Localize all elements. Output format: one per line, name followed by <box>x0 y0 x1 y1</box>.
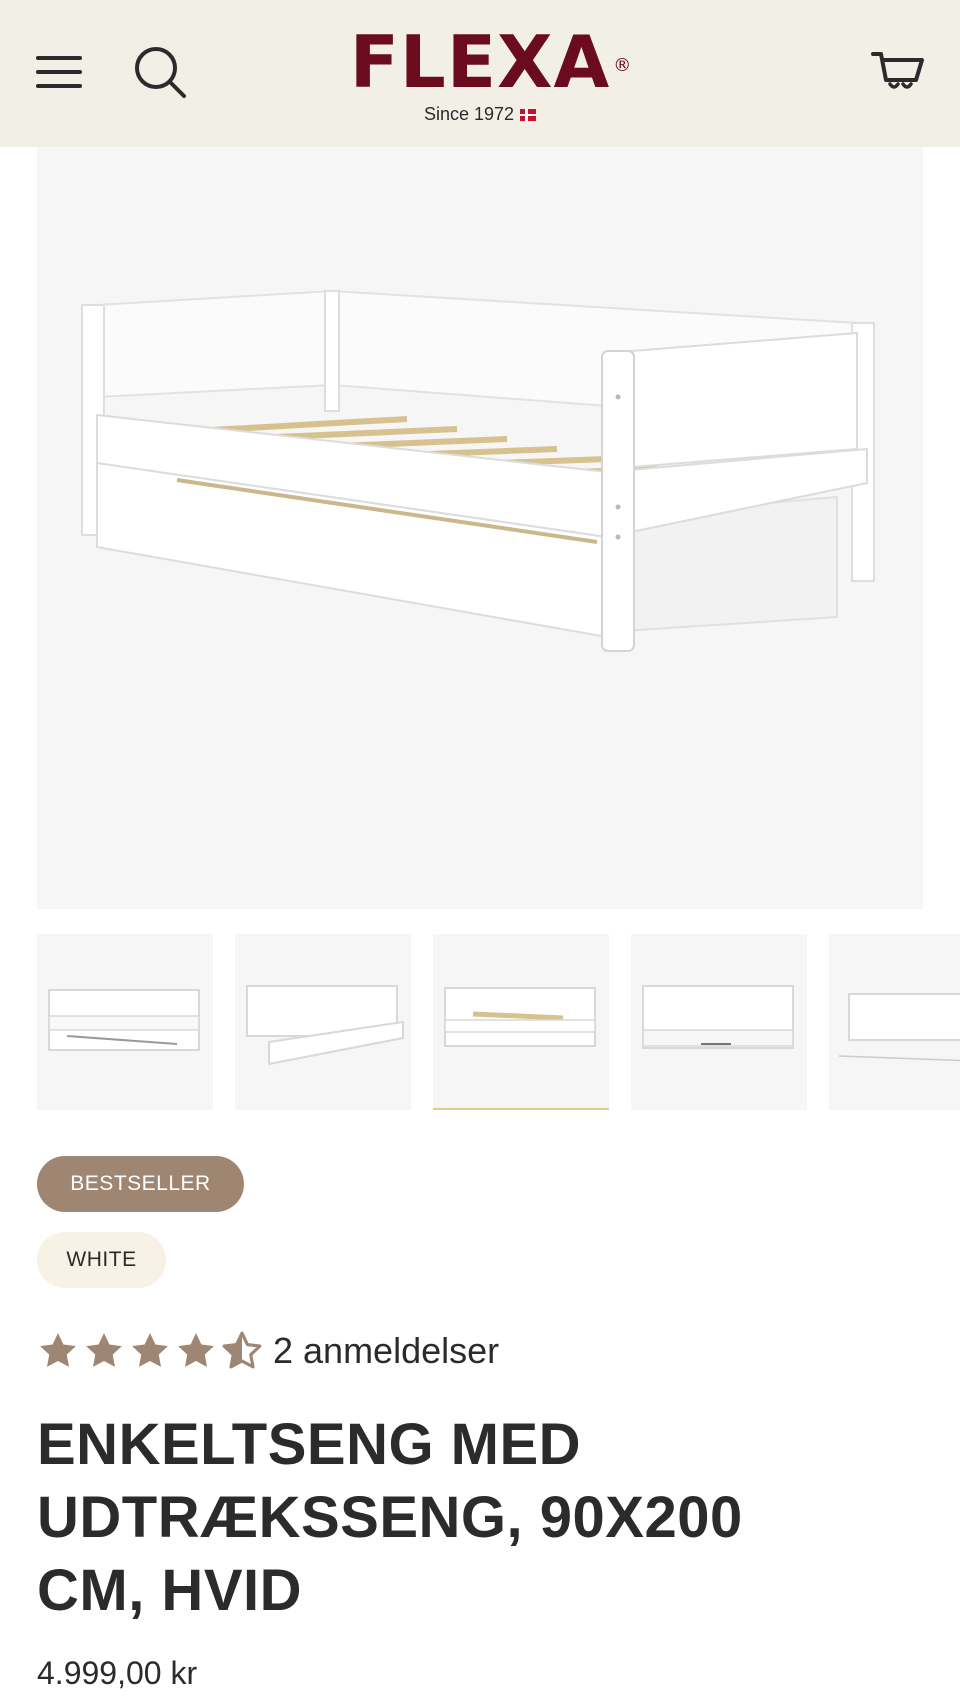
thumbnail-4[interactable] <box>631 934 807 1110</box>
thumbnail-bed-icon <box>838 993 960 1062</box>
menu-icon-line <box>36 70 82 74</box>
bestseller-badge: BESTSELLER <box>37 1156 244 1212</box>
color-variant-badge: WHITE <box>37 1232 166 1288</box>
thumbnail-bed-icon <box>642 985 794 1049</box>
product-price: 4.999,00 kr <box>37 1655 198 1691</box>
thumbnail-bed-icon <box>444 987 596 1047</box>
brand-name: FLEXA <box>349 20 611 104</box>
star-full-icon <box>86 1333 122 1367</box>
menu-button[interactable] <box>36 52 86 92</box>
product-rating[interactable]: 2 anmeldelser <box>37 1326 499 1376</box>
thumbnail-bed-icon <box>246 985 404 1066</box>
brand-logo[interactable]: FLEXA ® Since 1972 <box>330 20 631 127</box>
thumbnail-3[interactable] <box>433 934 609 1110</box>
star-full-icon <box>178 1333 214 1367</box>
denmark-flag-icon <box>520 108 537 121</box>
menu-icon-line <box>36 56 82 60</box>
thumbnail-bed-icon <box>48 989 200 1051</box>
brand-tagline: Since 1972 <box>330 104 630 125</box>
color-variant-label: WHITE <box>66 1248 137 1271</box>
tagline-text: Since 1972 <box>423 104 515 124</box>
star-full-icon <box>40 1333 76 1367</box>
thumbnail-2[interactable] <box>235 934 411 1110</box>
thumbnail-5[interactable] <box>829 934 960 1110</box>
menu-icon-line <box>36 84 82 88</box>
product-title: ENKELTSENG MED UDTRÆKSSENG, 90X200 CM, H… <box>37 1412 743 1623</box>
bestseller-label: BESTSELLER <box>70 1172 211 1195</box>
star-full-icon <box>132 1333 168 1367</box>
thumbnail-strip[interactable] <box>37 934 960 1110</box>
product-main-image[interactable] <box>37 147 923 909</box>
brand-wordmark: FLEXA ® <box>349 20 631 104</box>
review-count-link[interactable]: 2 anmeldelser <box>273 1330 499 1372</box>
cart-icon <box>871 52 924 89</box>
site-header: FLEXA ® Since 1972 <box>0 0 960 147</box>
cart-button[interactable] <box>870 44 926 100</box>
bed-illustration <box>81 289 875 652</box>
thumbnail-1[interactable] <box>37 934 213 1110</box>
search-icon <box>135 47 186 98</box>
registered-mark: ® <box>613 55 633 76</box>
star-half-icon <box>222 1331 262 1369</box>
search-button[interactable] <box>132 44 188 100</box>
